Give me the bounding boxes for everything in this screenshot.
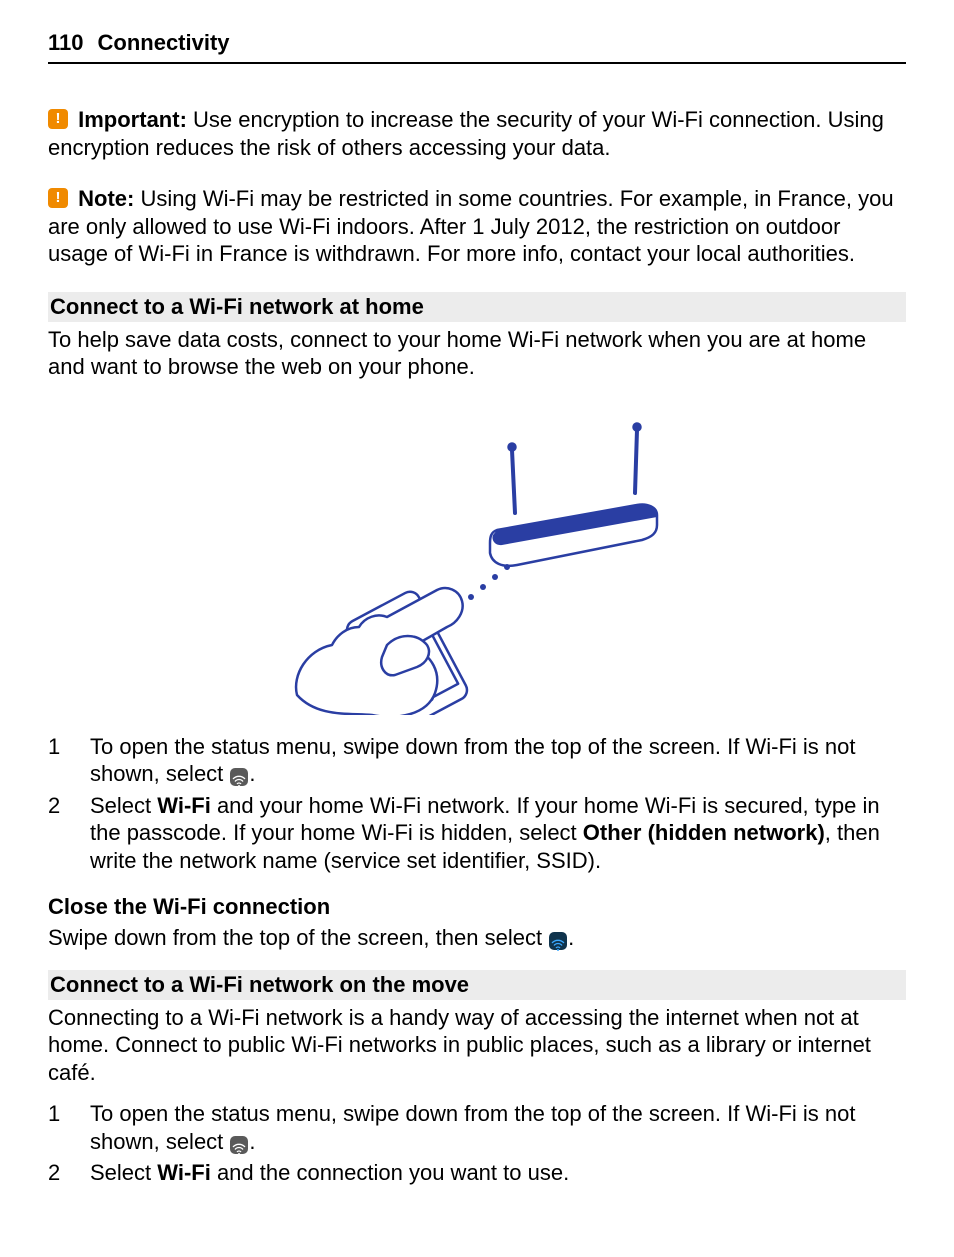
steps-move: To open the status menu, swipe down from… [48, 1100, 906, 1187]
other-hidden-bold: Other (hidden network) [583, 820, 825, 845]
wifi-on-icon [549, 932, 567, 950]
list-item: To open the status menu, swipe down from… [48, 733, 906, 788]
sub-heading-close: Close the Wi-Fi connection [48, 894, 906, 920]
steps-home: To open the status menu, swipe down from… [48, 733, 906, 875]
important-label: Important: [78, 107, 187, 132]
close-text: Swipe down from the top of the screen, t… [48, 924, 906, 952]
step-text: To open the status menu, swipe down from… [90, 734, 855, 787]
step-text: Select [90, 793, 157, 818]
step-text: and the connection you want to use. [211, 1160, 569, 1185]
manual-page: 110 Connectivity ! Important: Use encrypt… [0, 0, 954, 1239]
important-callout: ! Important: Use encryption to increase … [48, 106, 906, 161]
close-text-b: . [568, 925, 574, 950]
list-item: Select Wi-Fi and the connection you want… [48, 1159, 906, 1187]
note-text: Using Wi-Fi may be restricted in some co… [48, 186, 894, 266]
step-text: . [249, 761, 255, 786]
step-text: Select [90, 1160, 157, 1185]
wifi-icon [230, 1136, 248, 1154]
wifi-icon [230, 768, 248, 786]
page-number: 110 [48, 30, 84, 55]
exclamation-icon: ! [48, 109, 68, 129]
page-title: Connectivity [98, 30, 230, 55]
page-header: 110 Connectivity [48, 30, 906, 64]
section-heading-move: Connect to a Wi-Fi network on the move [48, 970, 906, 1000]
close-text-a: Swipe down from the top of the screen, t… [48, 925, 548, 950]
note-label: Note: [78, 186, 134, 211]
step-text: . [249, 1129, 255, 1154]
step-text: To open the status menu, swipe down from… [90, 1101, 855, 1154]
note-callout: ! Note: Using Wi-Fi may be restricted in… [48, 185, 906, 268]
wifi-bold: Wi-Fi [157, 1160, 211, 1185]
wifi-bold: Wi-Fi [157, 793, 211, 818]
list-item: To open the status menu, swipe down from… [48, 1100, 906, 1155]
list-item: Select Wi-Fi and your home Wi-Fi network… [48, 792, 906, 875]
exclamation-icon: ! [48, 188, 68, 208]
phone-router-illustration [48, 395, 906, 715]
section-heading-home: Connect to a Wi-Fi network at home [48, 292, 906, 322]
section-home-intro: To help save data costs, connect to your… [48, 326, 906, 381]
section-move-intro: Connecting to a Wi-Fi network is a handy… [48, 1004, 906, 1087]
